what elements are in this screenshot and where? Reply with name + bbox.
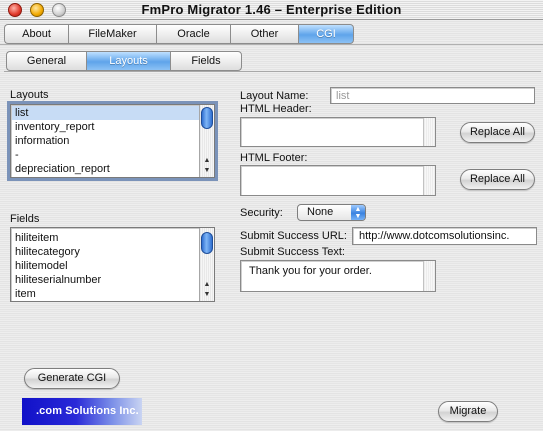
replace-all-footer-button[interactable]: Replace All xyxy=(460,169,535,190)
tab-layouts[interactable]: Layouts xyxy=(86,51,170,71)
layouts-label: Layouts xyxy=(10,89,49,101)
submit-success-url-label: Submit Success URL: xyxy=(240,230,347,242)
layout-list-item[interactable]: list xyxy=(12,106,199,120)
fields-scrollbar[interactable]: ▲ ▼ xyxy=(199,228,214,301)
layouts-listbox[interactable]: list inventory_report information - depr… xyxy=(7,101,218,181)
submit-success-text-scrollbar[interactable] xyxy=(423,261,435,291)
tab-filemaker[interactable]: FileMaker xyxy=(68,24,156,44)
layouts-scroll-thumb[interactable] xyxy=(201,107,213,129)
scroll-down-arrow-icon[interactable]: ▼ xyxy=(200,166,214,176)
submit-success-text-label: Submit Success Text: xyxy=(240,246,345,258)
field-list-item[interactable]: hiliteitem xyxy=(12,231,199,245)
security-popup[interactable]: None ▲ ▼ xyxy=(297,204,366,221)
field-list-item[interactable]: item xyxy=(12,287,199,301)
html-header-label: HTML Header: xyxy=(240,103,312,115)
tab-divider xyxy=(0,44,543,45)
html-footer-textarea[interactable] xyxy=(240,165,436,196)
fields-scroll-thumb[interactable] xyxy=(201,232,213,254)
field-list-item[interactable]: hilitemodel xyxy=(12,259,199,273)
fields-label: Fields xyxy=(10,213,40,225)
security-label: Security: xyxy=(240,207,283,219)
layout-name-label: Layout Name: xyxy=(240,90,309,102)
submit-success-text-area[interactable]: Thank you for your order. xyxy=(240,260,436,292)
tab-cgi[interactable]: CGI xyxy=(298,24,354,44)
html-header-textarea[interactable] xyxy=(240,117,436,147)
submit-success-url-field[interactable]: http://www.dotcomsolutionsinc. xyxy=(352,227,537,245)
layout-list-item[interactable]: - xyxy=(12,148,199,162)
generate-cgi-button[interactable]: Generate CGI xyxy=(24,368,120,389)
migrate-button[interactable]: Migrate xyxy=(438,401,498,422)
tab-oracle[interactable]: Oracle xyxy=(156,24,230,44)
sub-tab-divider xyxy=(4,71,541,72)
title-bar: FmPro Migrator 1.46 – Enterprise Edition xyxy=(0,0,543,20)
company-logo: .com Solutions Inc. xyxy=(22,398,142,425)
security-popup-value: None xyxy=(307,206,334,218)
layouts-scrollbar[interactable]: ▲ ▼ xyxy=(199,105,214,177)
fields-listbox[interactable]: hiliteitem hilitecategory hilitemodel hi… xyxy=(10,227,215,302)
field-list-item[interactable]: hiliteserialnumber xyxy=(12,273,199,287)
window-title: FmPro Migrator 1.46 – Enterprise Edition xyxy=(141,2,402,17)
tab-fields[interactable]: Fields xyxy=(170,51,242,71)
html-footer-scrollbar[interactable] xyxy=(423,166,435,195)
layout-list-item[interactable]: inventory_report xyxy=(12,120,199,134)
scroll-up-arrow-icon[interactable]: ▲ xyxy=(200,156,214,166)
html-header-scrollbar[interactable] xyxy=(423,118,435,146)
tab-general[interactable]: General xyxy=(6,51,86,71)
scroll-down-arrow-icon[interactable]: ▼ xyxy=(200,290,214,300)
layout-list-item[interactable]: depreciation_report xyxy=(12,162,199,176)
main-tab-bar: About FileMaker Oracle Other CGI xyxy=(4,24,354,44)
html-footer-label: HTML Footer: xyxy=(240,152,308,164)
app-window: FmPro Migrator 1.46 – Enterprise Edition… xyxy=(0,0,543,431)
field-list-item[interactable]: hilitecategory xyxy=(12,245,199,259)
replace-all-header-button[interactable]: Replace All xyxy=(460,122,535,143)
cgi-sub-tab-bar: General Layouts Fields xyxy=(6,51,242,71)
scroll-up-arrow-icon[interactable]: ▲ xyxy=(200,280,214,290)
popup-updown-arrow-icon: ▲ ▼ xyxy=(351,205,365,220)
layout-list-item[interactable]: information xyxy=(12,134,199,148)
tab-other[interactable]: Other xyxy=(230,24,298,44)
tab-about[interactable]: About xyxy=(4,24,68,44)
layout-name-field[interactable]: list xyxy=(330,87,535,104)
